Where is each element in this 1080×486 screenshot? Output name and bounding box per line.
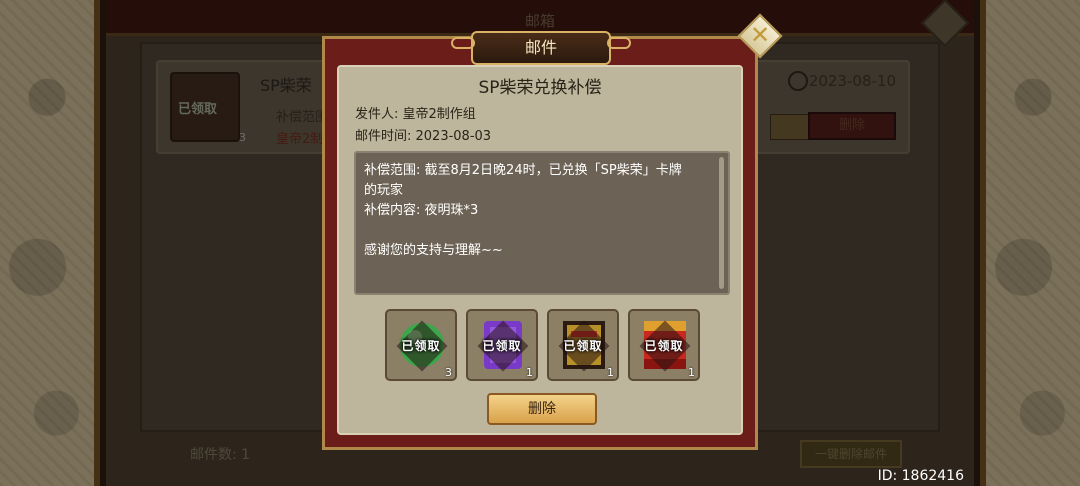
reward-item-purple-scroll[interactable]: 已领取 1 [466, 309, 538, 381]
mail-body-line: 补偿内容: 夜明珠*3 [364, 203, 479, 218]
reward-count: 3 [445, 366, 452, 379]
close-button[interactable]: ✕ [737, 13, 783, 59]
mail-dialog: 邮件 ✕ SP柴荣兑换补偿 发件人: 皇帝2制作组 邮件时间: 2023-08-… [322, 13, 783, 450]
claimed-stamp: 已领取 [563, 339, 603, 353]
reward-item-gold-chest[interactable]: 已领取 1 [547, 309, 619, 381]
claimed-stamp: 已领取 [644, 339, 684, 353]
mail-body[interactable]: 补偿范围: 截至8月2日晚24时，已兑换「SP柴荣」卡牌 的玩家 补偿内容: 夜… [354, 151, 730, 295]
reward-count: 1 [688, 366, 695, 379]
mail-body-scrollbar[interactable] [719, 157, 724, 289]
mail-body-line: 的玩家 [364, 183, 404, 198]
dialog-title-text: 邮件 [524, 38, 557, 57]
reward-count: 1 [526, 366, 533, 379]
reward-item-night-pearl[interactable]: 已领取 3 [385, 309, 457, 381]
claimed-stamp: 已领取 [482, 339, 522, 353]
mail-sender: 发件人: 皇帝2制作组 [355, 107, 476, 122]
ornament-scroll-icon [607, 37, 631, 49]
close-icon: ✕ [749, 21, 771, 49]
game-screen: 邮箱 已领取 3 SP柴荣 补偿范围 皇帝2制 2023-08-10 删除 邮件… [0, 0, 1080, 486]
delete-mail-button[interactable]: 删除 [487, 393, 597, 425]
reward-list: 已领取 3 已领取 1 已领取 1 已领取 1 [385, 309, 705, 383]
reward-count: 1 [607, 366, 614, 379]
mail-time: 邮件时间: 2023-08-03 [355, 129, 492, 144]
mail-body-line [364, 221, 710, 241]
dialog-title: 邮件 [451, 31, 631, 65]
user-id: ID: 1862416 [877, 468, 964, 484]
mail-body-line: 感谢您的支持与理解~~ [364, 243, 503, 258]
scrollbar-thumb[interactable] [719, 157, 724, 289]
dialog-content-panel: SP柴荣兑换补偿 发件人: 皇帝2制作组 邮件时间: 2023-08-03 补偿… [337, 65, 743, 435]
mail-body-line: 补偿范围: 截至8月2日晚24时，已兑换「SP柴荣」卡牌 [364, 163, 682, 178]
reward-item-red-card[interactable]: 已领取 1 [628, 309, 700, 381]
claimed-stamp: 已领取 [401, 339, 441, 353]
mail-subject: SP柴荣兑换补偿 [478, 78, 602, 98]
ornament-scroll-icon [451, 37, 475, 49]
